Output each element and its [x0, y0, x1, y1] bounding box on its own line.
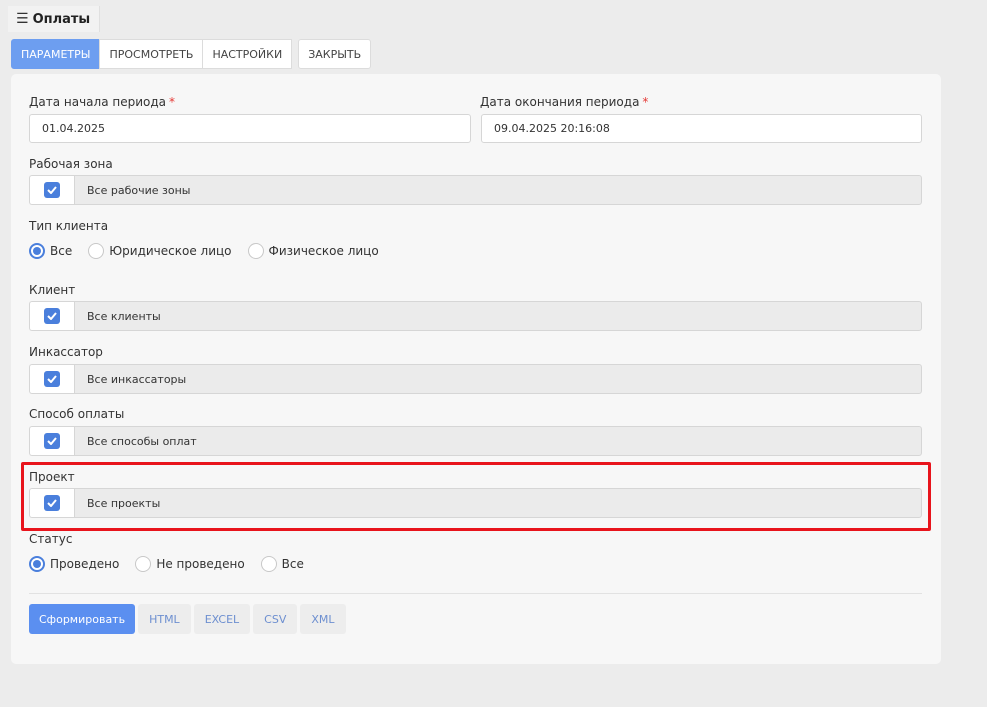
client-type-legal-radio[interactable]: Юридическое лицо [88, 243, 232, 259]
radio-icon [29, 243, 45, 259]
export-xml-button[interactable]: XML [300, 604, 346, 634]
tab-view[interactable]: ПРОСМОТРЕТЬ [99, 39, 204, 69]
start-date-input[interactable]: 01.04.2025 [29, 114, 471, 143]
status-label: Статус [29, 532, 73, 546]
project-select: Все проекты [29, 488, 922, 518]
client-type-label: Тип клиента [29, 219, 109, 233]
page-title: Оплаты [32, 11, 91, 27]
checkmark-icon [44, 433, 60, 449]
project-field[interactable]: Все проекты [74, 488, 922, 518]
project-all-checkbox[interactable] [29, 488, 74, 518]
payment-method-all-checkbox[interactable] [29, 426, 74, 456]
client-type-all-radio[interactable]: Все [29, 243, 72, 259]
collector-label: Инкассатор [29, 345, 103, 359]
radio-icon [88, 243, 105, 259]
start-date-label: Дата начала периода * [29, 95, 175, 109]
collector-all-checkbox[interactable] [29, 364, 74, 394]
payment-method-field[interactable]: Все способы оплат [74, 426, 922, 456]
export-excel-button[interactable]: EXCEL [193, 604, 251, 634]
tab-close[interactable]: ЗАКРЫТЬ [298, 39, 372, 69]
required-mark: * [169, 95, 176, 109]
status-posted-radio[interactable]: Проведено [29, 556, 119, 572]
radio-label: Все [281, 557, 304, 571]
client-type-radio-group: Все Юридическое лицо Физическое лицо [29, 243, 395, 259]
payment-method-select: Все способы оплат [29, 426, 922, 456]
radio-icon [135, 556, 152, 572]
radio-label: Не проведено [156, 557, 245, 571]
radio-icon [247, 243, 264, 259]
export-html-button[interactable]: HTML [138, 604, 191, 634]
status-radio-group: Проведено Не проведено Все [29, 556, 320, 572]
end-date-label-text: Дата окончания периода [480, 95, 640, 109]
client-field[interactable]: Все клиенты [74, 301, 922, 331]
radio-icon [260, 556, 277, 572]
client-label: Клиент [29, 283, 76, 297]
page-header: ☰ Оплаты [8, 6, 100, 32]
work-zone-all-checkbox[interactable] [29, 175, 74, 205]
tab-bar: ПАРАМЕТРЫ ПРОСМОТРЕТЬ НАСТРОЙКИ ЗАКРЫТЬ [11, 39, 372, 69]
collector-select: Все инкассаторы [29, 364, 922, 394]
radio-label: Все [50, 244, 73, 258]
checkmark-icon [44, 495, 60, 511]
end-date-label: Дата окончания периода * [480, 95, 648, 109]
radio-label: Физическое лицо [268, 244, 379, 258]
radio-label: Проведено [50, 557, 120, 571]
project-label: Проект [29, 470, 75, 484]
checkmark-icon [44, 308, 60, 324]
checkmark-icon [44, 371, 60, 387]
radio-icon [29, 556, 45, 572]
action-bar: Сформировать HTML EXCEL CSV XML [29, 604, 346, 634]
export-csv-button[interactable]: CSV [253, 604, 298, 634]
client-select: Все клиенты [29, 301, 922, 331]
work-zone-select: Все рабочие зоны [29, 175, 922, 205]
radio-label: Юридическое лицо [109, 244, 232, 258]
status-all-radio[interactable]: Все [260, 556, 304, 572]
status-not-posted-radio[interactable]: Не проведено [135, 556, 245, 572]
required-mark: * [642, 95, 649, 109]
tab-settings[interactable]: НАСТРОЙКИ [202, 39, 293, 69]
work-zone-field[interactable]: Все рабочие зоны [74, 175, 922, 205]
start-date-label-text: Дата начала периода [29, 95, 167, 109]
tab-parameters[interactable]: ПАРАМЕТРЫ [11, 39, 101, 69]
generate-button[interactable]: Сформировать [29, 604, 136, 634]
work-zone-label: Рабочая зона [29, 157, 113, 171]
checkmark-icon [44, 182, 60, 198]
collector-field[interactable]: Все инкассаторы [74, 364, 922, 394]
client-all-checkbox[interactable] [29, 301, 74, 331]
parameters-panel: Дата начала периода * 01.04.2025 Дата око… [11, 74, 941, 664]
divider [29, 593, 922, 594]
payment-method-label: Способ оплаты [29, 407, 125, 421]
client-type-individual-radio[interactable]: Физическое лицо [247, 243, 379, 259]
end-date-input[interactable]: 09.04.2025 20:16:08 [481, 114, 922, 143]
hamburger-icon[interactable]: ☰ [16, 11, 29, 27]
